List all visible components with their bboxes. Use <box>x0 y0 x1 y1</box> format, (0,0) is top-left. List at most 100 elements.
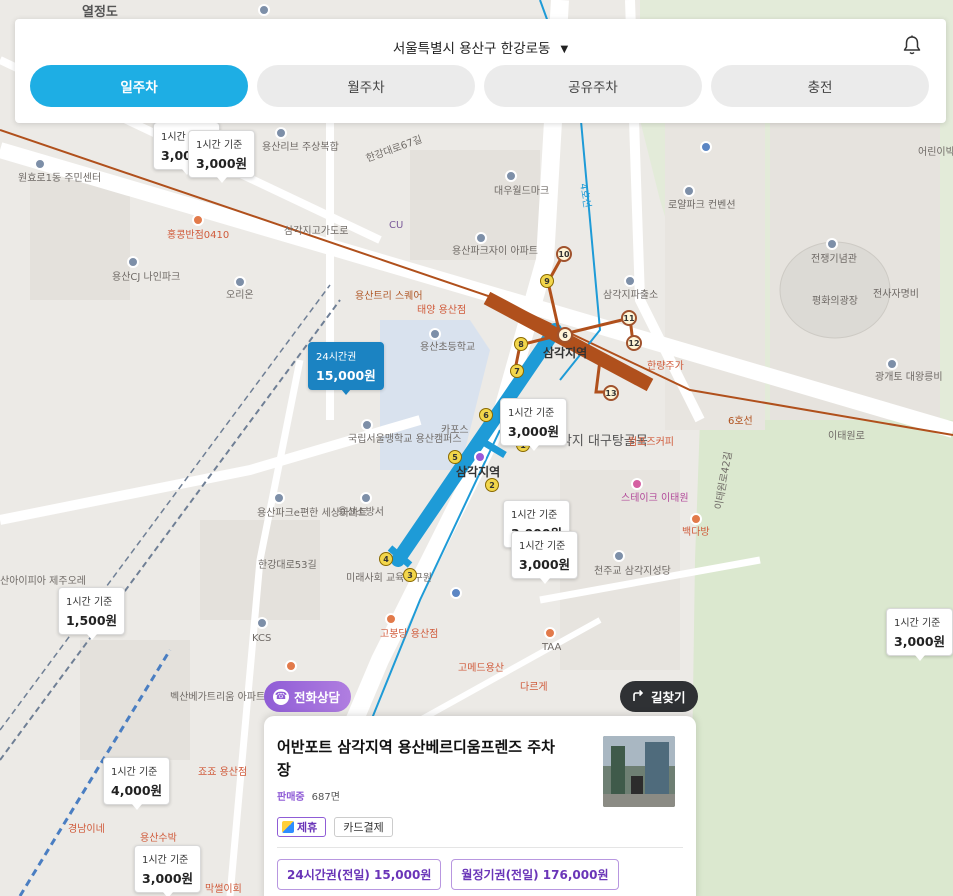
map-label: 용산트리 스퀘어 <box>355 291 423 302</box>
map-label: 국립서울맹학교 용산캠퍼스 <box>348 434 462 445</box>
map-label: 삼각지파출소 <box>603 290 659 301</box>
map-label: 천주교 삼각지성당 <box>594 566 671 577</box>
bell-icon[interactable] <box>902 34 922 56</box>
poi-icon <box>127 256 139 268</box>
top-bar: 서울특별시 용산구 한강로동 ▼ 일주차 월주차 공유주차 충전 <box>15 19 946 123</box>
marker-basis: 1시간 기준 <box>508 408 555 419</box>
tab-monthly[interactable]: 월주차 <box>257 65 475 107</box>
tab-charging[interactable]: 충전 <box>711 65 929 107</box>
marker-price: 4,000원 <box>111 783 163 798</box>
tab-daily[interactable]: 일주차 <box>30 65 248 107</box>
ticket-monthly[interactable]: 월정기권(전일) 176,000원 <box>451 859 619 890</box>
tab-shared[interactable]: 공유주차 <box>484 65 702 107</box>
map-label: 대우월드마크 <box>494 186 550 197</box>
parking-lot-name: 어반포트 삼각지역 용산베르디움프렌즈 주차장 <box>277 738 555 779</box>
marker-basis: 1시간 기준 <box>519 541 566 552</box>
map-label: 평화의광장 <box>812 296 858 307</box>
restaurant-icon <box>285 660 297 672</box>
metro-exit: 2 <box>485 478 499 492</box>
church-icon <box>613 550 625 562</box>
marker-basis: 1시간 기준 <box>511 510 558 521</box>
badge-row: 제휴 카드결제 <box>277 817 393 837</box>
parking-price-marker[interactable]: 1시간 기준 3,000원 <box>500 398 568 451</box>
parking-price-marker[interactable]: 1시간 기준 4,000원 <box>103 757 171 810</box>
metro-exit: 12 <box>626 335 642 351</box>
parking-detail-card[interactable]: 어반포트 삼각지역 용산베르디움프렌즈 주차장 판매중 687면 제휴 카드결제 … <box>264 716 696 896</box>
map-label: 태양 용산점 <box>417 305 467 316</box>
space-count: 687면 <box>311 792 340 803</box>
location-selector[interactable]: 서울특별시 용산구 한강로동 ▼ <box>15 37 946 57</box>
parking-price-marker[interactable]: 1시간 기준 3,000원 <box>188 130 256 183</box>
police-icon <box>624 275 636 287</box>
marker-price: 3,000원 <box>196 156 248 171</box>
parking-icon <box>700 141 712 153</box>
parking-price-marker[interactable]: 1시간 기준 3,000원 <box>511 531 579 584</box>
parking-price-marker[interactable]: 1시간 기준 1,500원 <box>58 587 126 640</box>
map-label: 전사자명비 <box>873 289 919 300</box>
metro-exit: 7 <box>510 364 524 378</box>
partner-badge: 제휴 <box>277 817 327 837</box>
map-label: 삼각지역 <box>543 346 588 360</box>
restaurant-icon <box>385 613 397 625</box>
map-label: 용산CJ 나인파크 <box>112 272 181 283</box>
map-label: 컴포즈커피 <box>628 437 674 448</box>
restaurant-icon <box>544 627 556 639</box>
status-row: 판매중 687면 <box>277 788 340 803</box>
poi-icon <box>683 185 695 197</box>
map-label: 미래사회 교육연구원 <box>346 573 432 584</box>
poi-icon <box>826 238 838 250</box>
marker-basis: 24시간권 <box>316 352 357 363</box>
map-label: 죠죠 용산점 <box>198 767 248 778</box>
parking-icon <box>450 587 462 599</box>
map-label: 삼각지고가도로 <box>284 226 349 237</box>
metro-exit: 6 <box>479 408 493 422</box>
map-label: 로얄파크 컨벤션 <box>668 200 736 211</box>
poi-icon <box>256 617 268 629</box>
phone-consult-label: 전화상담 <box>294 690 341 705</box>
metro-exit: 4 <box>379 552 393 566</box>
metro-exit: 9 <box>540 274 554 288</box>
map-label: 용산수박 <box>140 833 177 844</box>
divider <box>277 847 683 848</box>
map-label: 어린이박 <box>918 147 953 158</box>
map-label: 한강대로53길 <box>258 560 317 571</box>
map-label: 고메드용산 <box>458 663 504 674</box>
ticket-row: 24시간권(전일) 15,000원 월정기권(전일) 176,000원 <box>277 859 619 890</box>
phone-consult-button[interactable]: ☎ 전화상담 <box>264 681 352 712</box>
partner-label: 제휴 <box>297 821 318 834</box>
partner-logo-icon <box>282 821 294 833</box>
metro-exit: 8 <box>514 337 528 351</box>
map-label: 원효로1동 주민센터 <box>18 173 102 184</box>
parking-price-marker-selected[interactable]: 24시간권 15,000원 <box>308 342 384 395</box>
poi-icon <box>886 358 898 370</box>
metro-exit: 10 <box>556 246 572 262</box>
map-label: 용산초등학교 <box>420 342 476 353</box>
shop-icon <box>631 478 643 490</box>
directions-icon <box>632 689 645 705</box>
metro-exit: 13 <box>603 385 619 401</box>
parking-price-marker[interactable]: 1시간 기준 3,000원 <box>886 608 953 661</box>
parking-price-marker[interactable]: 1시간 기준 3,000원 <box>134 845 202 896</box>
marker-basis: 1시간 기준 <box>196 140 243 151</box>
poi-icon <box>505 170 517 182</box>
poi-icon <box>234 276 246 288</box>
map-label: 스테이크 이태원 <box>621 493 689 504</box>
school-icon <box>361 419 373 431</box>
parking-lot-thumbnail[interactable] <box>603 736 675 807</box>
directions-button[interactable]: 길찾기 <box>620 681 698 712</box>
marker-price: 3,000원 <box>894 634 946 649</box>
poi-icon <box>360 492 372 504</box>
map-label: 벡산베가트리움 아파트 <box>170 692 266 703</box>
map-label: TAA <box>542 642 562 653</box>
card-payment-badge: 카드결제 <box>334 817 393 837</box>
marker-basis: 1시간 기준 <box>66 597 113 608</box>
ticket-24h[interactable]: 24시간권(전일) 15,000원 <box>277 859 442 890</box>
poi-icon <box>275 127 287 139</box>
map-label: 6호선 <box>728 416 753 427</box>
map-label: 홍콩반점0410 <box>167 230 230 241</box>
marker-basis: 1시간 기준 <box>894 618 941 629</box>
caret-down-icon: ▼ <box>560 44 569 55</box>
marker-basis: 1시간 기준 <box>142 855 189 866</box>
poi-icon <box>34 158 46 170</box>
map-label: 막썰이회 <box>205 884 242 895</box>
